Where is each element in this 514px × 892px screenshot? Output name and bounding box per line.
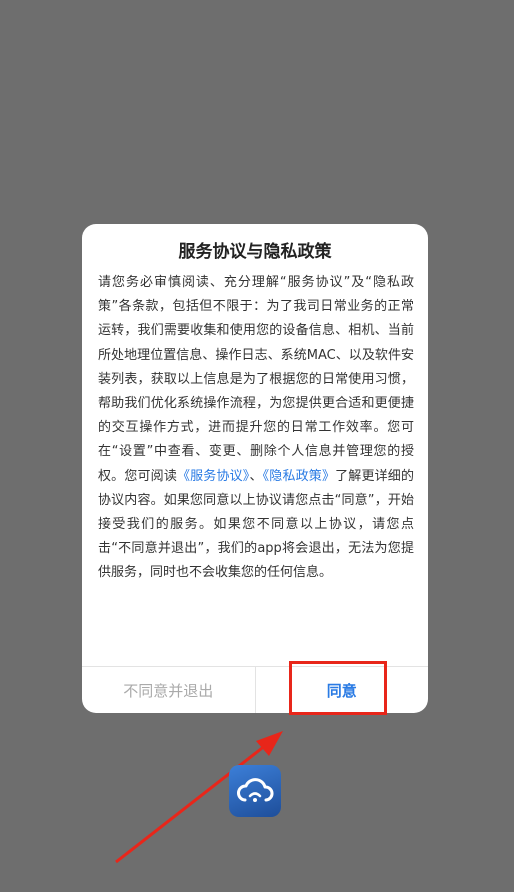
disagree-exit-button[interactable]: 不同意并退出 (82, 667, 256, 713)
dialog-title: 服务协议与隐私政策 (178, 242, 332, 262)
body-text-part2: 了解更详细的协议内容。如果您同意以上协议请您点击“同意”，开始接受我们的服务。如… (98, 468, 414, 581)
link-separator: 、 (249, 468, 263, 484)
agree-button[interactable]: 同意 (256, 667, 429, 713)
dialog-button-row: 不同意并退出 同意 (82, 666, 428, 713)
cloud-icon (237, 778, 274, 802)
body-text-part1: 请您务必审慎阅读、充分理解“服务协议”及“隐私政策”各条款，包括但不限于：为了我… (98, 275, 414, 484)
cloud-app-icon[interactable] (229, 765, 281, 817)
dialog-body: 请您务必审慎阅读、充分理解“服务协议”及“隐私政策”各条款，包括但不限于：为了我… (98, 271, 414, 586)
privacy-policy-link[interactable]: 《隐私政策》 (263, 469, 335, 484)
agreement-dialog: 服务协议与隐私政策 请您务必审慎阅读、充分理解“服务协议”及“隐私政策”各条款，… (82, 224, 428, 713)
service-agreement-link[interactable]: 《服务协议》 (177, 469, 249, 484)
